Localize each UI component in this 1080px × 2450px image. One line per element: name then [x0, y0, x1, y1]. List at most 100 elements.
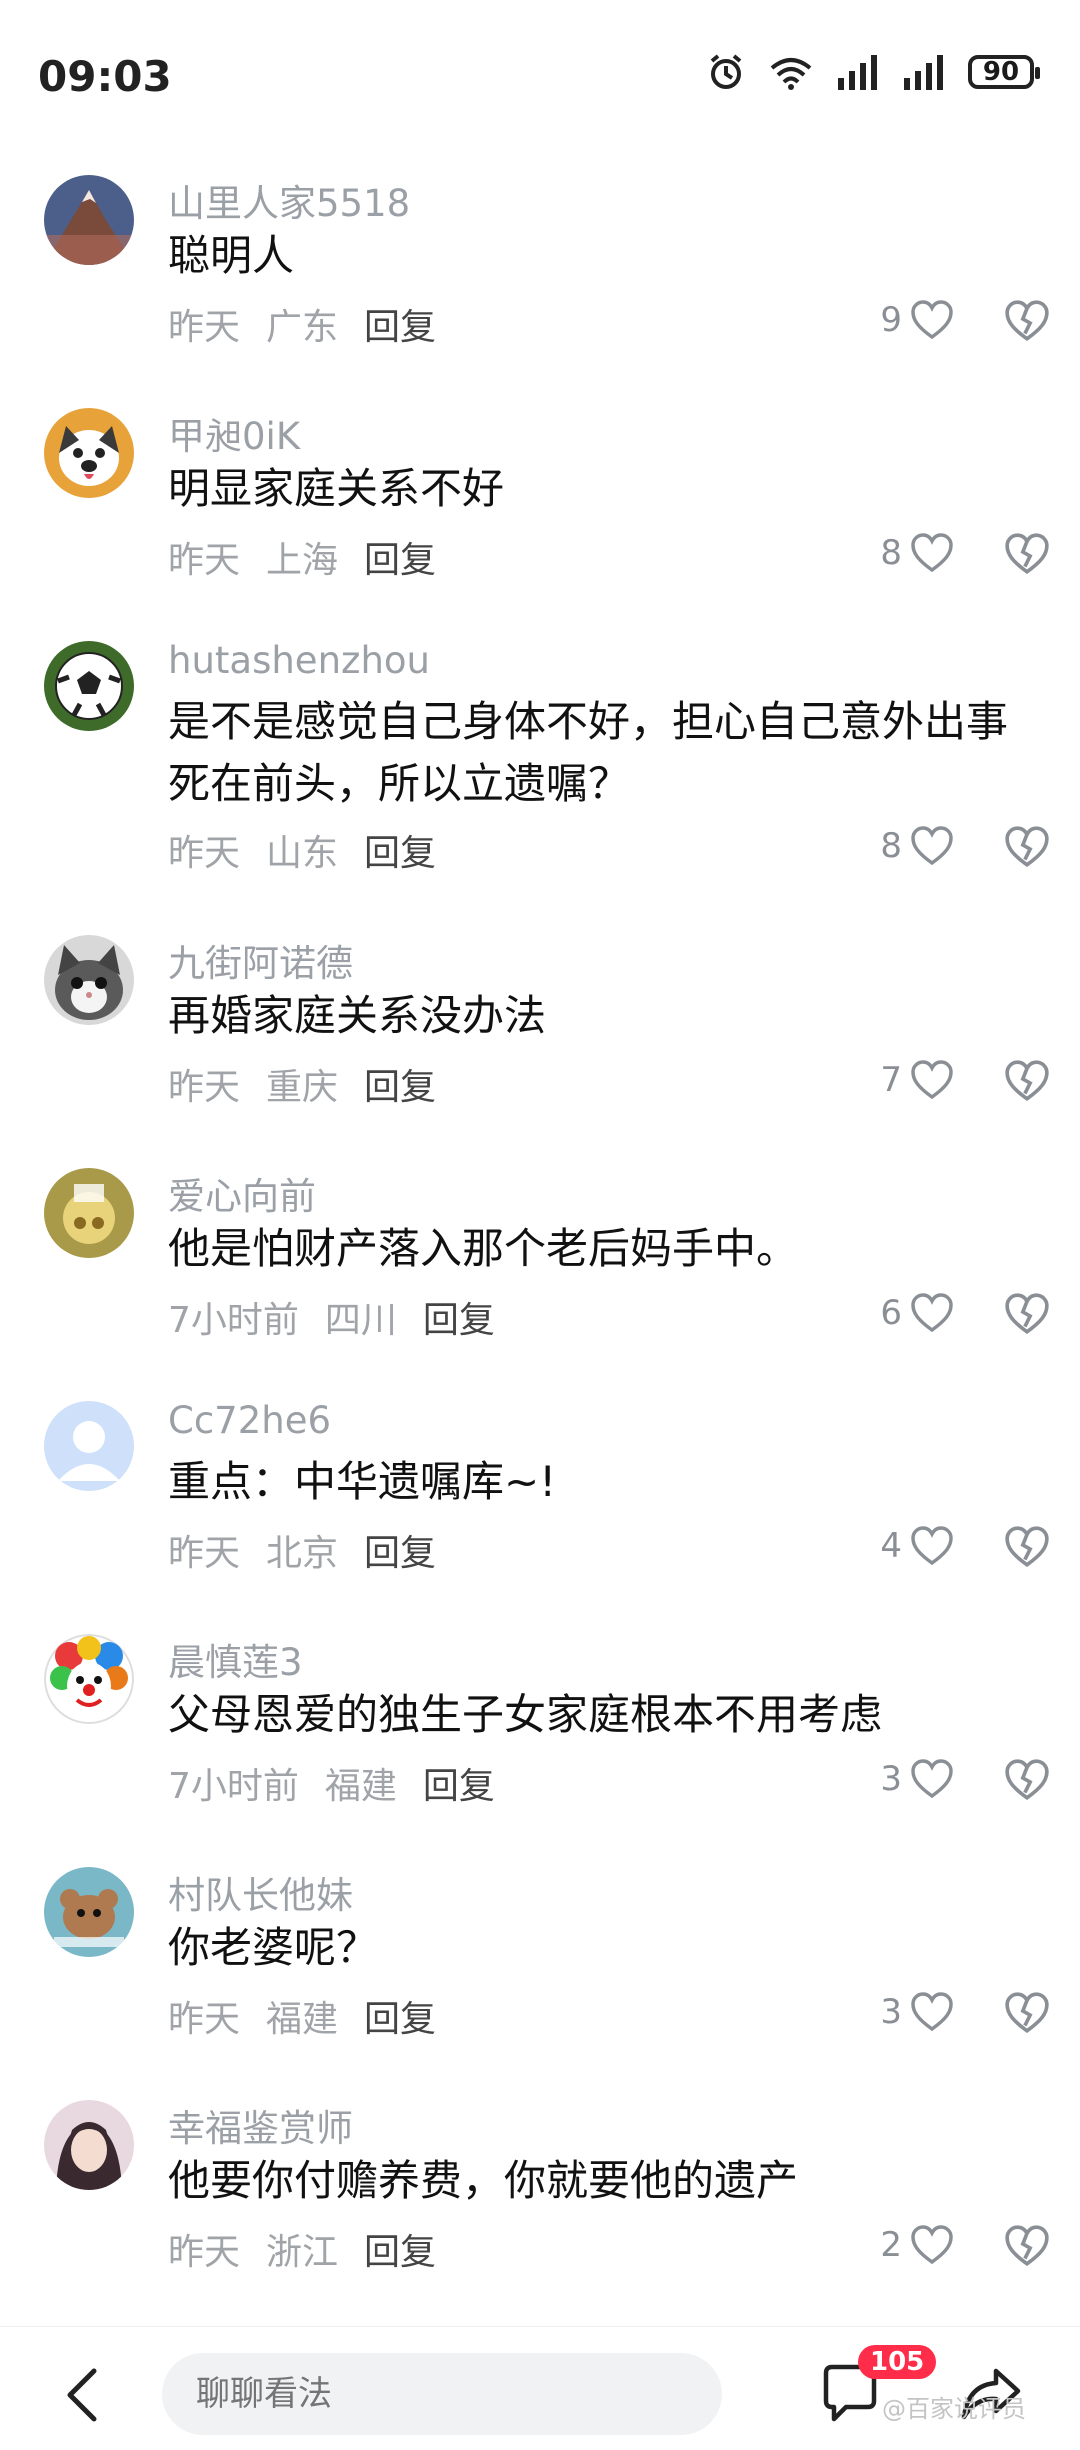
like-count: 8 — [880, 826, 902, 866]
alarm-icon — [710, 54, 742, 89]
heart-icon — [911, 300, 953, 340]
comment-location: 福建 — [324, 1766, 397, 1807]
avatar[interactable] — [44, 1634, 134, 1724]
like-button[interactable]: 3 — [880, 1759, 954, 1799]
like-count: 9 — [880, 300, 902, 340]
reply-button[interactable]: 回复 — [364, 1990, 436, 2042]
avatar[interactable] — [44, 935, 134, 1025]
comment-meta: 昨天 山东 回复 — [168, 824, 436, 876]
like-button[interactable]: 2 — [880, 2225, 954, 2265]
avatar[interactable] — [44, 408, 134, 498]
comment-text: 他是怕财产落入那个老后妈手中。 — [168, 1224, 799, 1273]
reply-button[interactable]: 回复 — [364, 531, 436, 583]
heart-icon — [911, 1759, 953, 1799]
avatar[interactable] — [44, 175, 134, 265]
like-count: 4 — [880, 1526, 902, 1566]
like-count: 6 — [880, 1293, 902, 1333]
watermark: @百家说评员 — [882, 2395, 1026, 2423]
broken-heart-icon[interactable] — [1004, 1990, 1050, 2036]
comment-username[interactable]: 甲昶0iK — [168, 406, 300, 460]
comment-time: 昨天 — [168, 307, 241, 348]
like-count: 2 — [880, 2225, 902, 2265]
comment-text: 父母恩爱的独生子女家庭根本不用考虑 — [168, 1690, 883, 1739]
like-button[interactable]: 8 — [880, 533, 954, 573]
avatar[interactable] — [44, 1867, 134, 1957]
broken-heart-icon[interactable] — [1004, 1291, 1050, 1337]
comment-time: 昨天 — [168, 1999, 241, 2040]
heart-icon — [911, 2225, 953, 2265]
reply-button[interactable]: 回复 — [364, 298, 436, 350]
comment-time: 昨天 — [168, 1067, 241, 1108]
wifi-icon — [770, 58, 812, 90]
broken-heart-icon[interactable] — [1004, 531, 1050, 577]
comment-username[interactable]: hutashenzhou — [168, 639, 430, 682]
reply-button[interactable]: 回复 — [364, 1058, 436, 1110]
comment-location: 福建 — [266, 1999, 339, 2040]
reply-button[interactable]: 回复 — [423, 1757, 495, 1809]
broken-heart-icon[interactable] — [1004, 824, 1050, 870]
like-button[interactable]: 6 — [880, 1293, 954, 1333]
comment-time: 7小时前 — [168, 1300, 299, 1341]
reply-button[interactable]: 回复 — [364, 824, 436, 876]
broken-heart-icon[interactable] — [1004, 1757, 1050, 1803]
status-icons: 90 — [706, 52, 1040, 92]
comment-username[interactable]: 九街阿诺德 — [168, 933, 353, 987]
like-button[interactable]: 3 — [880, 1992, 954, 2032]
heart-icon — [911, 1992, 953, 2032]
comment-text: 聪明人 — [168, 231, 295, 280]
avatar[interactable] — [44, 2100, 134, 2190]
status-bar: 09:03 90 — [0, 0, 1080, 150]
comment-time: 昨天 — [168, 833, 241, 874]
like-count: 8 — [880, 533, 902, 573]
like-count: 3 — [880, 1992, 902, 2032]
comment-location: 四川 — [324, 1300, 397, 1341]
comment-time: 昨天 — [168, 1533, 241, 1574]
reply-button[interactable]: 回复 — [423, 1291, 495, 1343]
comment-username[interactable]: Cc72he6 — [168, 1399, 331, 1442]
heart-icon — [911, 826, 953, 866]
comment-location: 重庆 — [266, 1067, 339, 1108]
like-button[interactable]: 4 — [880, 1526, 954, 1566]
broken-heart-icon[interactable] — [1004, 2223, 1050, 2269]
comment-meta: 7小时前 福建 回复 — [168, 1757, 495, 1809]
heart-icon — [911, 533, 953, 573]
heart-icon — [911, 1293, 953, 1333]
comment-location: 上海 — [266, 540, 339, 581]
comment-text: 你老婆呢？ — [168, 1923, 379, 1972]
like-count: 7 — [880, 1060, 902, 1100]
broken-heart-icon[interactable] — [1004, 298, 1050, 344]
avatar[interactable] — [44, 1401, 134, 1491]
comment-username[interactable]: 晨慎莲3 — [168, 1632, 303, 1686]
avatar[interactable] — [44, 1168, 134, 1258]
broken-heart-icon[interactable] — [1004, 1058, 1050, 1104]
like-button[interactable]: 8 — [880, 826, 954, 866]
comment-username[interactable]: 山里人家5518 — [168, 173, 410, 227]
like-button[interactable]: 9 — [880, 300, 954, 340]
comment-text: 明显家庭关系不好 — [168, 464, 505, 513]
back-arrow-icon[interactable] — [60, 2365, 106, 2425]
comment-text: 重点：中华遗嘱库~! — [168, 1457, 557, 1506]
reply-button[interactable]: 回复 — [364, 2223, 436, 2275]
comment-text: 他要你付赡养费，你就要他的遗产 — [168, 2156, 799, 2205]
like-button[interactable]: 7 — [880, 1060, 954, 1100]
comment-username[interactable]: 爱心向前 — [168, 1166, 316, 1220]
comment-location: 北京 — [266, 1533, 339, 1574]
comment-username[interactable]: 村队长他妹 — [168, 1865, 353, 1919]
comment-location: 浙江 — [266, 2232, 339, 2273]
comment-time: 昨天 — [168, 2232, 241, 2273]
comment-username[interactable]: 幸福鉴赏师 — [168, 2098, 353, 2152]
comment-text: 是不是感觉自己身体不好，担心自己意外出事死在前头，所以立遗嘱？ — [168, 697, 1009, 808]
signal-icon — [838, 55, 877, 90]
reply-button[interactable]: 回复 — [364, 1524, 436, 1576]
comment-location: 广东 — [266, 307, 339, 348]
comment-input[interactable] — [162, 2353, 722, 2435]
comment-meta: 昨天 广东 回复 — [168, 298, 436, 350]
status-time: 09:03 — [38, 52, 172, 101]
avatar[interactable] — [44, 641, 134, 731]
comment-location: 山东 — [266, 833, 339, 874]
comment-meta: 7小时前 四川 回复 — [168, 1291, 495, 1343]
comment-time: 7小时前 — [168, 1766, 299, 1807]
heart-icon — [911, 1526, 953, 1566]
heart-icon — [911, 1060, 953, 1100]
broken-heart-icon[interactable] — [1004, 1524, 1050, 1570]
